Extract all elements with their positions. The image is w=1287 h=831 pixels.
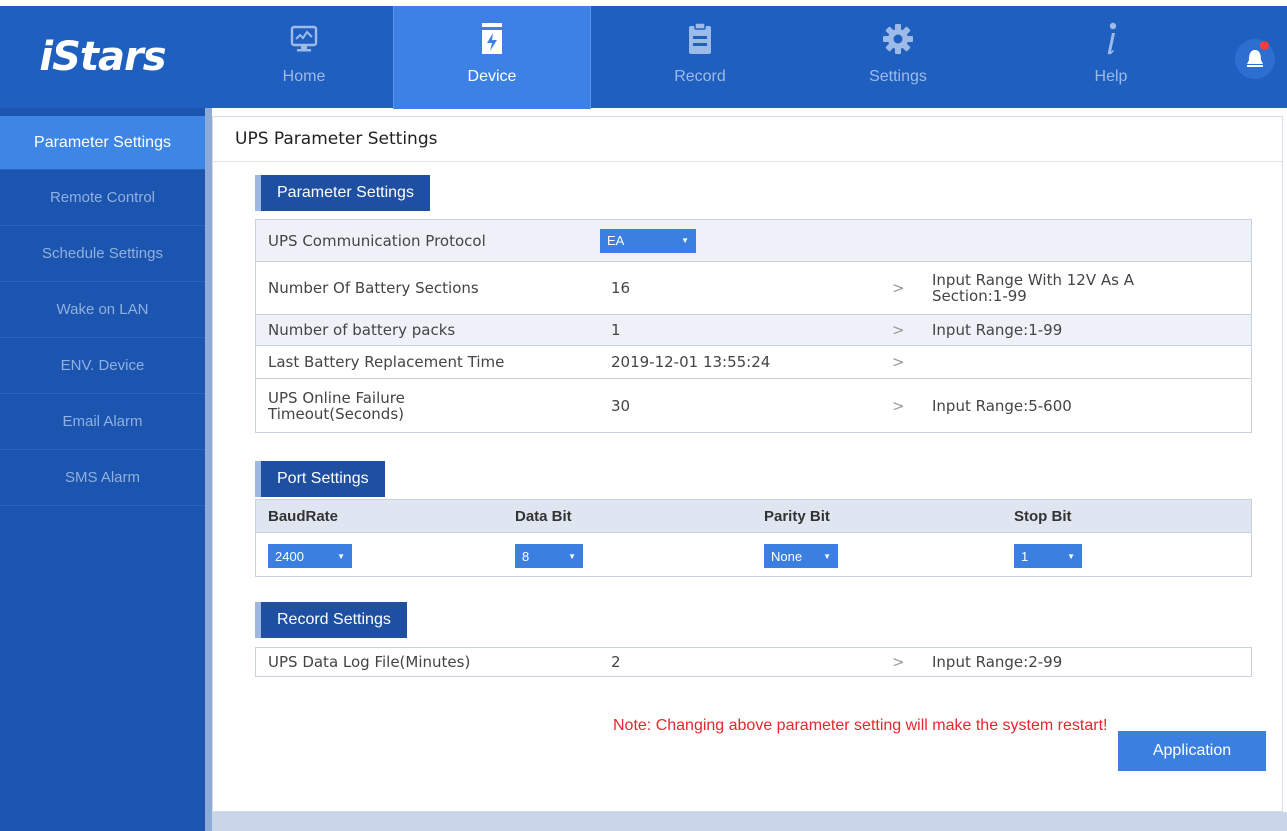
record-settings-table: UPS Data Log File(Minutes) 2 > Input Ran… (255, 647, 1252, 677)
sidebar-divider (205, 108, 212, 831)
data-log-hint: Input Range:2-99 (932, 653, 1063, 671)
nav-help[interactable]: Help (1012, 6, 1210, 108)
chevron-right-icon: > (892, 396, 905, 415)
row-label: Last Battery Replacement Time (268, 353, 505, 371)
sidebar-item-remote-control[interactable]: Remote Control (0, 170, 205, 226)
dropdown-arrow-icon: ▼ (568, 551, 576, 561)
sidebar-item-wake-on-lan[interactable]: Wake on LAN (0, 282, 205, 338)
failure-timeout-hint: Input Range:5-600 (932, 396, 1072, 415)
nav-settings[interactable]: Settings (799, 6, 997, 108)
main-bottom-strip (212, 812, 1287, 831)
table-row: Number of battery packs 1 > Input Range:… (256, 315, 1251, 346)
chevron-right-icon: > (892, 321, 905, 339)
table-row: UPS Data Log File(Minutes) 2 > Input Ran… (256, 648, 1251, 676)
baudrate-select-value: 2400 (275, 548, 304, 564)
record-settings-heading: Record Settings (255, 602, 407, 638)
replacement-time-input[interactable]: 2019-12-01 13:55:24 (611, 346, 770, 378)
row-label: UPS Data Log File(Minutes) (268, 653, 471, 671)
parameter-settings-heading: Parameter Settings (255, 175, 430, 211)
nav-device[interactable]: Device (393, 6, 591, 109)
column-header-data-bit: Data Bit (515, 508, 572, 525)
stop-bit-select-value: 1 (1021, 548, 1029, 564)
title-divider (213, 161, 1282, 162)
sidebar-item-env-device[interactable]: ENV. Device (0, 338, 205, 394)
bell-icon (1247, 50, 1263, 67)
battery-sections-hint: Input Range With 12V As A Section:1-99 (932, 271, 1134, 305)
battery-sections-input[interactable]: 16 (611, 262, 630, 314)
table-row: UPS Communication Protocol EA ▼ (256, 220, 1251, 262)
port-settings-heading: Port Settings (255, 461, 385, 497)
restart-warning-note: Note: Changing above parameter setting w… (613, 717, 1108, 734)
monitor-icon (289, 22, 319, 56)
sidebar: Parameter Settings Remote Control Schedu… (0, 108, 205, 831)
application-button[interactable]: Application (1118, 731, 1266, 771)
parity-bit-select-value: None (771, 548, 803, 564)
nav-record-label: Record (674, 68, 726, 85)
failure-timeout-input[interactable]: 30 (611, 379, 630, 432)
column-header-parity-bit: Parity Bit (764, 508, 830, 525)
data-bit-select[interactable]: 8 ▼ (515, 544, 583, 568)
column-header-stop-bit: Stop Bit (1014, 508, 1072, 525)
nav-settings-label: Settings (869, 68, 927, 85)
chevron-right-icon: > (892, 353, 905, 371)
port-settings-header: BaudRate Data Bit Parity Bit Stop Bit (256, 500, 1251, 533)
column-header-baudrate: BaudRate (268, 508, 339, 525)
notification-dot (1260, 41, 1269, 50)
dropdown-arrow-icon: ▼ (823, 551, 831, 561)
baudrate-select[interactable]: 2400 ▼ (268, 544, 352, 568)
dropdown-arrow-icon: ▼ (681, 236, 689, 245)
data-log-input[interactable]: 2 (611, 648, 621, 676)
table-row: Number Of Battery Sections 16 > Input Ra… (256, 262, 1251, 315)
notification-bell-button[interactable] (1235, 39, 1275, 79)
row-label: UPS Online Failure Timeout(Seconds) (268, 388, 405, 423)
nav-home-label: Home (282, 68, 326, 85)
dropdown-arrow-icon: ▼ (337, 551, 345, 561)
page-title: UPS Parameter Settings (235, 129, 438, 149)
nav-device-label: Device (467, 68, 517, 85)
sidebar-item-schedule-settings[interactable]: Schedule Settings (0, 226, 205, 282)
main-panel: UPS Parameter Settings Parameter Setting… (212, 116, 1283, 812)
gear-icon (882, 22, 914, 56)
table-row: UPS Online Failure Timeout(Seconds) 30 >… (256, 379, 1251, 432)
app-logo: iStars (39, 34, 166, 80)
battery-packs-input[interactable]: 1 (611, 315, 621, 345)
protocol-select[interactable]: EA ▼ (600, 220, 696, 261)
sidebar-item-email-alarm[interactable]: Email Alarm (0, 394, 205, 450)
parity-bit-select[interactable]: None ▼ (764, 544, 838, 568)
data-bit-select-value: 8 (522, 548, 530, 564)
sidebar-item-parameter-settings[interactable]: Parameter Settings (0, 116, 205, 170)
info-icon (1103, 22, 1119, 56)
stop-bit-select[interactable]: 1 ▼ (1014, 544, 1082, 568)
protocol-select-value: EA (607, 233, 625, 248)
table-row: Last Battery Replacement Time 2019-12-01… (256, 346, 1251, 379)
row-label: UPS Communication Protocol (268, 231, 486, 250)
battery-packs-hint: Input Range:1-99 (932, 321, 1063, 339)
sidebar-item-sms-alarm[interactable]: SMS Alarm (0, 450, 205, 506)
nav-home[interactable]: Home (205, 6, 403, 108)
battery-icon (480, 22, 504, 56)
nav-help-label: Help (1094, 68, 1128, 85)
row-label: Number of battery packs (268, 321, 456, 339)
row-label: Number Of Battery Sections (268, 279, 479, 297)
port-settings-table: BaudRate Data Bit Parity Bit Stop Bit 24… (255, 499, 1252, 577)
parameter-settings-table: UPS Communication Protocol EA ▼ Number O… (255, 219, 1252, 433)
chevron-right-icon: > (892, 279, 905, 297)
nav-record[interactable]: Record (601, 6, 799, 108)
dropdown-arrow-icon: ▼ (1067, 551, 1075, 561)
chevron-right-icon: > (892, 653, 905, 671)
row-hint: Input Range With 12V As A Section:1-99 (932, 262, 1192, 314)
top-navigation-bar: iStars Home Device Record Settings Help (0, 6, 1287, 109)
document-icon (688, 22, 712, 56)
